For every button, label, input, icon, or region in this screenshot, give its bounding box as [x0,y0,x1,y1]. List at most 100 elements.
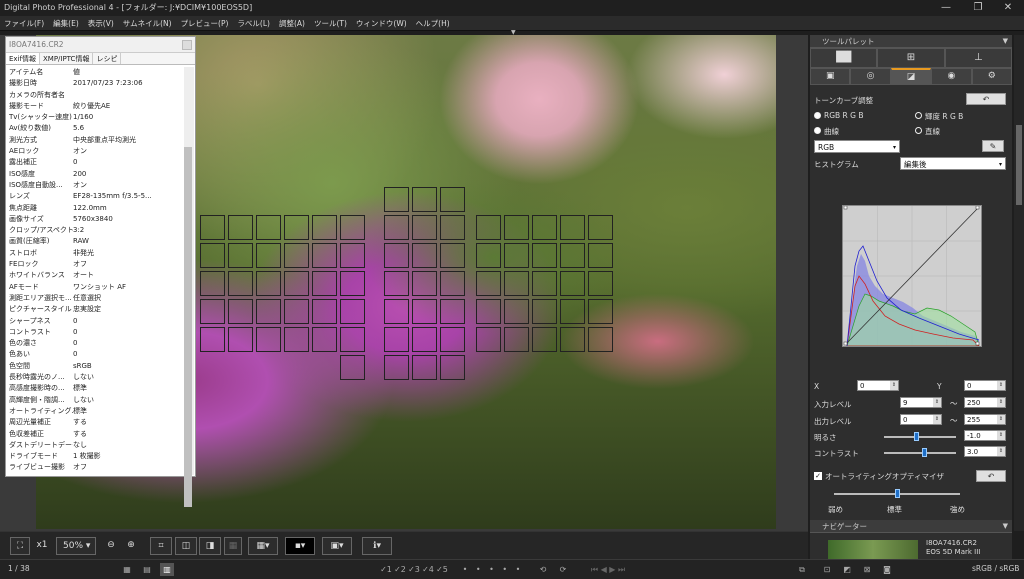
scrollbar[interactable] [1014,35,1024,531]
curve-point-white[interactable] [975,205,980,210]
rotate-right-icon[interactable]: ⟳ [556,563,570,576]
contrast-slider-knob[interactable] [921,448,927,457]
compare-icon[interactable]: ◫ [175,537,197,555]
star-rating-icon[interactable]: • • • • • [458,563,528,576]
menu-adjust[interactable]: 調整(A) [279,18,305,29]
reset-icon[interactable]: ↶ [976,470,1006,482]
zoom-in-icon[interactable]: ⊕ [122,537,140,555]
stamp-icon[interactable]: ⊥ [944,48,1012,68]
list-view-icon[interactable]: ▤ [140,563,154,576]
tab-exif[interactable]: Exif情報 [6,53,40,64]
alo-slider-knob[interactable] [895,489,900,498]
scrollbar[interactable] [184,67,194,507]
radio-luminance[interactable] [915,112,922,119]
menu-preview[interactable]: プレビュー(P) [181,18,229,29]
af-point [228,327,253,352]
histogram-icon[interactable]: ◩ [840,563,854,576]
check-mark-5[interactable]: ✓5 [436,563,448,576]
y-input[interactable]: 0 ⇕ [964,380,1006,391]
tab-recipe[interactable]: レシピ [93,53,122,64]
exif-key: 周辺光量補正 [9,418,51,427]
thumbnail-grid-icon[interactable]: ▦ [120,563,134,576]
menu-tools[interactable]: ツール(T) [314,18,347,29]
crop-icon[interactable]: ⊞ [877,48,945,68]
af-point [340,355,365,380]
curve-point-bottom[interactable] [975,341,980,346]
settings-icon[interactable]: ⚙ [971,68,1013,85]
chevron-down-icon[interactable]: ▼ [1003,520,1008,533]
check-mark-2[interactable]: ✓2 [394,563,406,576]
info-icon[interactable]: ℹ▾ [362,537,392,555]
af-icon[interactable]: ⊠ [860,563,874,576]
fit-icon[interactable]: ⊡ [820,563,834,576]
menu-file[interactable]: ファイル(F) [4,18,44,29]
zoom-out-icon[interactable]: ⊖ [102,537,120,555]
eyedropper-icon[interactable]: ✎ [982,140,1004,152]
check-mark-1[interactable]: ✓1 [380,563,392,576]
grid-icon[interactable]: ▦▾ [248,537,278,555]
rotate-left-icon[interactable]: ⟲ [536,563,550,576]
reset-icon[interactable]: ↶ [966,93,1006,105]
close-icon[interactable]: ✕ [994,0,1022,16]
menu-thumbnail[interactable]: サムネイル(N) [123,18,172,29]
curve-point-top[interactable] [843,205,848,210]
navigator-thumbnail[interactable] [828,540,918,559]
edit-view-icon[interactable]: ▥ [160,563,174,576]
input-level-max[interactable]: 250 ⇕ [964,397,1006,408]
radio-curve[interactable] [814,127,821,134]
zoom-x1-button[interactable]: x1 [32,537,52,555]
tone-curve-icon[interactable]: ◪ [890,68,932,85]
histogram-select[interactable]: 編集後 ▾ [900,157,1006,170]
radio-line[interactable] [915,127,922,134]
scrollbar-thumb[interactable] [1016,125,1022,205]
chevron-down-icon[interactable]: ▼ [1003,35,1008,48]
brightness-input[interactable]: -1.0 ⇕ [964,430,1006,441]
input-level-min[interactable]: 9 ⇕ [900,397,942,408]
compare-mode-icon[interactable]: ⧉ [795,563,809,576]
scrollbar-thumb[interactable] [184,147,192,507]
brightness-slider-knob[interactable] [914,432,920,441]
contrast-slider[interactable] [884,452,956,454]
curve-point-black[interactable] [843,341,848,346]
basic-icon[interactable]: ▣ [810,68,851,85]
lens-icon[interactable]: ◎ [850,68,891,85]
menu-view[interactable]: 表示(V) [88,18,114,29]
exif-key: ホワイトバランス [9,271,65,280]
af-display-icon[interactable]: ▪▾ [285,537,315,555]
menu-label[interactable]: ラベル(L) [237,18,270,29]
fit-screen-icon[interactable]: ⛶ [10,537,30,555]
exif-value [73,90,186,101]
contrast-input[interactable]: 3.0 ⇕ [964,446,1006,457]
menu-edit[interactable]: 編集(E) [53,18,79,29]
output-level-max[interactable]: 255 ⇕ [964,414,1006,425]
check-mark-3[interactable]: ✓3 [408,563,420,576]
exif-key: 色あい [9,350,30,359]
af-point [228,215,253,240]
exif-key: 高感度撮影時の... [9,384,65,393]
channel-select[interactable]: RGB ▾ [814,140,900,153]
tab-xmp[interactable]: XMP/IPTC情報 [40,53,94,64]
menu-help[interactable]: ヘルプ(H) [416,18,450,29]
af-point [256,243,281,268]
radio-rgb[interactable] [814,112,821,119]
check-mark-4[interactable]: ✓4 [422,563,434,576]
zoom-select[interactable]: 50% ▾ [56,537,96,555]
levels-icon[interactable]: ▐█▌ [810,48,878,68]
output-level-min[interactable]: 0 ⇕ [900,414,942,425]
close-icon[interactable] [182,40,192,50]
split-view-icon[interactable]: ◨ [199,537,221,555]
menu-window[interactable]: ウィンドウ(W) [356,18,407,29]
x-input[interactable]: 0 ⇕ [857,380,899,391]
brightness-slider[interactable] [884,436,956,438]
camera-icon[interactable]: ◙ [880,563,894,576]
exif-value: 200 [73,169,87,178]
y-value: 0 [967,382,972,390]
tone-curve-graph[interactable] [842,205,982,347]
alo-checkbox[interactable]: ✓ [814,472,822,480]
highlight-warning-icon[interactable]: ▣▾ [322,537,352,555]
exif-row: ホワイトバランス オート [6,270,186,281]
restore-icon[interactable]: ❐ [964,0,992,16]
af-point-icon[interactable]: ⌗ [150,537,172,555]
color-icon[interactable]: ◉ [931,68,972,85]
minimize-icon[interactable]: — [932,0,960,16]
